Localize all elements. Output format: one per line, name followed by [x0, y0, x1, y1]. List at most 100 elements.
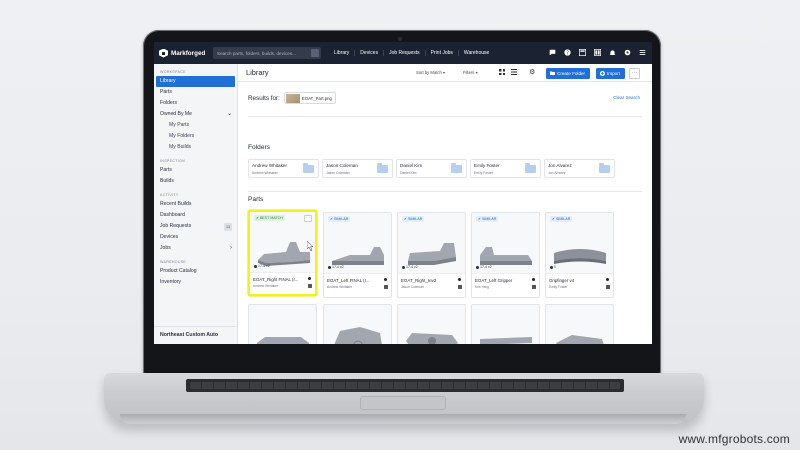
- material-name: 17-4 v2: [332, 265, 344, 269]
- sidebar-item-label: Jobs: [160, 245, 171, 252]
- image-search-icon[interactable]: [311, 49, 319, 57]
- material-label: 17-4 v2: [254, 264, 270, 268]
- part-card-best-match[interactable]: ✔ BEST MATCH ··· 17-4 v2 EOAT_Right FINA…: [248, 210, 317, 296]
- help-icon[interactable]: ?: [563, 48, 571, 56]
- part-card[interactable]: 0: [397, 304, 466, 344]
- folder-icon: [303, 163, 314, 173]
- laptop-base-edge: [120, 414, 686, 424]
- sidebar-item-my-parts[interactable]: My Parts: [154, 120, 237, 131]
- part-thumbnail: [334, 327, 382, 344]
- panel-icon[interactable]: [593, 48, 601, 56]
- part-name: EOAT_Right FINAL (r...: [253, 277, 299, 282]
- folder-card[interactable]: Daniel Kim Daniel Kim: [396, 159, 467, 178]
- part-card-info: EOAT_Right FINAL (r... Andrew Whitaker: [250, 272, 315, 294]
- part-card[interactable]: ✔ SIMILAR 17-4 v2 EOAT_Left FINAL (r... …: [323, 212, 392, 298]
- import-button[interactable]: Import: [596, 67, 625, 79]
- material-dot-icon: [402, 265, 405, 269]
- part-card-info: EOAT_Right_rev2 Jason Coleman: [398, 273, 465, 297]
- filters-dropdown[interactable]: Filters ▾: [463, 70, 478, 75]
- sidebar-item-product-catalog[interactable]: Product Catalog: [154, 266, 237, 277]
- create-folder-label: Create Folder: [557, 70, 586, 76]
- lock-icon: [307, 284, 312, 288]
- clear-search-link[interactable]: Clear Search: [613, 95, 640, 100]
- webcam: [398, 37, 402, 41]
- part-card[interactable]: 0: [471, 304, 540, 344]
- part-card[interactable]: 0: [545, 304, 614, 344]
- menu-icon[interactable]: [638, 48, 646, 56]
- folder-icon: [451, 163, 462, 173]
- sidebar-item-builds[interactable]: Builds: [154, 176, 237, 187]
- folder-icon: [377, 163, 388, 173]
- search-image-chip[interactable]: EOAT_Part.png: [283, 92, 336, 104]
- lock-icon: [383, 285, 388, 289]
- nav-devices[interactable]: Devices: [354, 50, 383, 56]
- results-label: Results for:: [248, 94, 280, 102]
- part-card[interactable]: ✔ SIMILAR 17-4 v2 EOAT_Left Gripper Kris…: [471, 212, 540, 298]
- material-label: 17-4 v2: [402, 265, 418, 269]
- create-folder-button[interactable]: Create Folder: [546, 67, 590, 79]
- material-label: 0: [550, 265, 556, 269]
- grid-icon[interactable]: [578, 48, 586, 56]
- part-card[interactable]: 0: [248, 304, 317, 344]
- list-view-icon[interactable]: [511, 69, 517, 75]
- search-results-for: Results for: EOAT_Part.png: [248, 92, 336, 104]
- folders-heading: Folders: [248, 144, 270, 151]
- nav-library[interactable]: Library: [329, 50, 354, 56]
- sidebar-item-my-builds[interactable]: My Builds: [154, 142, 237, 153]
- divider: [248, 116, 642, 117]
- sidebar-item-my-folders[interactable]: My Folders: [154, 131, 237, 142]
- sidebar-item-jobs[interactable]: Jobs ›: [154, 243, 237, 254]
- sidebar: Workspace Library Parts Folders Owned By…: [154, 64, 238, 344]
- card-menu-button[interactable]: ···: [304, 215, 312, 222]
- sidebar-item-library[interactable]: Library: [156, 76, 235, 87]
- part-card[interactable]: ✔ SIMILAR 17-4 v2 EOAT_Right_rev2 Jason …: [397, 212, 466, 298]
- watermark: www.mfgrobots.com: [678, 432, 790, 446]
- part-card[interactable]: 0: [323, 304, 392, 344]
- sidebar-section-activity: Activity: [160, 193, 179, 197]
- top-icons: ?: [548, 48, 646, 56]
- settings-icon[interactable]: [623, 48, 631, 56]
- folder-card[interactable]: Jason Coleman Jason Coleman: [322, 159, 393, 178]
- brand-logo[interactable]: Markforged: [159, 48, 209, 58]
- nav-job-requests[interactable]: Job Requests: [383, 50, 425, 56]
- nav-warehouse[interactable]: Warehouse: [457, 50, 494, 56]
- sidebar-item-inventory[interactable]: Inventory: [154, 277, 237, 288]
- folder-icon: [550, 71, 555, 75]
- folder-card[interactable]: Jon Alvarez Jon Alvarez: [544, 159, 615, 178]
- divider: [248, 191, 642, 192]
- status-dot-icon: [308, 277, 311, 280]
- part-thumbnail: [556, 335, 604, 344]
- part-card[interactable]: ✔ SIMILAR 0 Gripfinger v4 Emily Foster: [545, 212, 614, 298]
- sidebar-item-recent-builds[interactable]: Recent Builds: [154, 199, 237, 210]
- part-card-info: Gripfinger v4 Emily Foster: [546, 273, 613, 297]
- nav-print-jobs[interactable]: Print Jobs: [424, 50, 458, 56]
- folder-card[interactable]: Andrew Whitaker Andrew Whitaker: [248, 159, 319, 178]
- sidebar-item-folders[interactable]: Folders: [154, 98, 237, 109]
- page-title: Library: [246, 68, 269, 77]
- part-owner: Andrew Whitaker: [253, 284, 279, 288]
- search-input[interactable]: Search parts, folders, builds, devices..…: [213, 47, 321, 59]
- chat-icon[interactable]: [548, 48, 556, 56]
- sort-dropdown[interactable]: Sort by Match ▾: [416, 70, 445, 75]
- folder-owner: Andrew Whitaker: [252, 171, 278, 175]
- sidebar-item-inspection-parts[interactable]: Parts: [154, 165, 237, 176]
- folder-card[interactable]: Emily Foster Emily Foster: [470, 159, 541, 178]
- sidebar-item-job-requests[interactable]: Job Requests 13: [154, 221, 237, 232]
- sort-label: Sort by Match: [416, 70, 442, 75]
- gear-icon[interactable]: ⚙: [529, 68, 535, 76]
- sidebar-item-dashboard[interactable]: Dashboard: [154, 210, 237, 221]
- bell-icon[interactable]: [608, 48, 616, 56]
- more-options-button[interactable]: ···: [629, 67, 640, 79]
- part-name: EOAT_Left Gripper: [475, 278, 513, 283]
- org-switcher[interactable]: Northeast Custom Auto: [154, 326, 238, 344]
- count-badge: 13: [224, 222, 232, 232]
- search-image-thumbnail: [285, 93, 300, 103]
- part-name: EOAT_Right_rev2: [401, 278, 437, 283]
- sidebar-item-parts[interactable]: Parts: [154, 87, 237, 98]
- sidebar-item-devices[interactable]: Devices: [154, 232, 237, 243]
- part-card-info: EOAT_Left FINAL (r... Andrew Whitaker: [324, 273, 391, 297]
- sidebar-item-owned-by-me[interactable]: Owned By Me ⌄: [154, 109, 237, 120]
- folder-name: Jon Alvarez: [548, 163, 572, 168]
- grid-view-icon[interactable]: [499, 69, 505, 75]
- library-header: Library Sort by Match ▾ Filters ▾ ⚙ Crea…: [238, 64, 652, 82]
